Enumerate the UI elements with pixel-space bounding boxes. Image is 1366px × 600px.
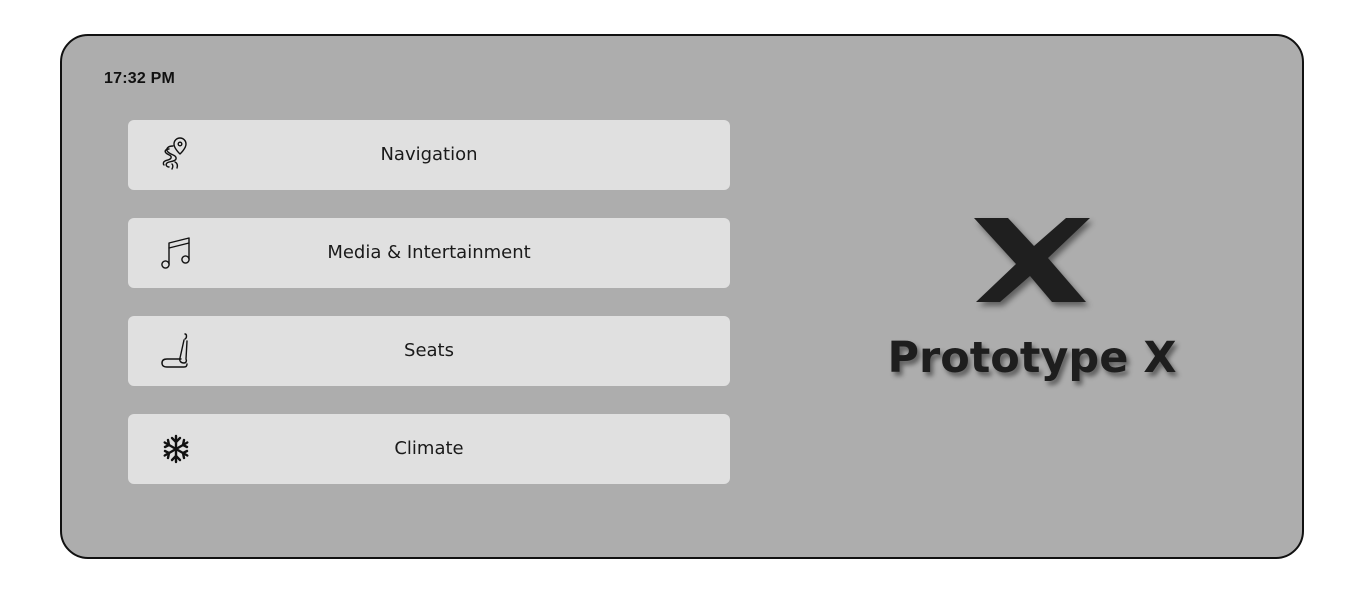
media-label: Media & Intertainment [327,242,531,263]
brand-block: Prototype X [882,211,1182,411]
climate-label: Climate [394,438,464,459]
x-logo-icon [970,216,1094,304]
climate-button[interactable]: Climate [128,414,730,484]
infotainment-screen: 17:32 PM Navigation Media & Intertainmen… [60,34,1304,559]
brand-name: Prototype X [887,333,1177,383]
clock: 17:32 PM [104,70,175,87]
seats-button[interactable]: Seats [128,316,730,386]
seats-label: Seats [404,340,454,361]
navigation-label: Navigation [380,144,478,165]
media-button[interactable]: Media & Intertainment [128,218,730,288]
navigation-button[interactable]: Navigation [128,120,730,190]
